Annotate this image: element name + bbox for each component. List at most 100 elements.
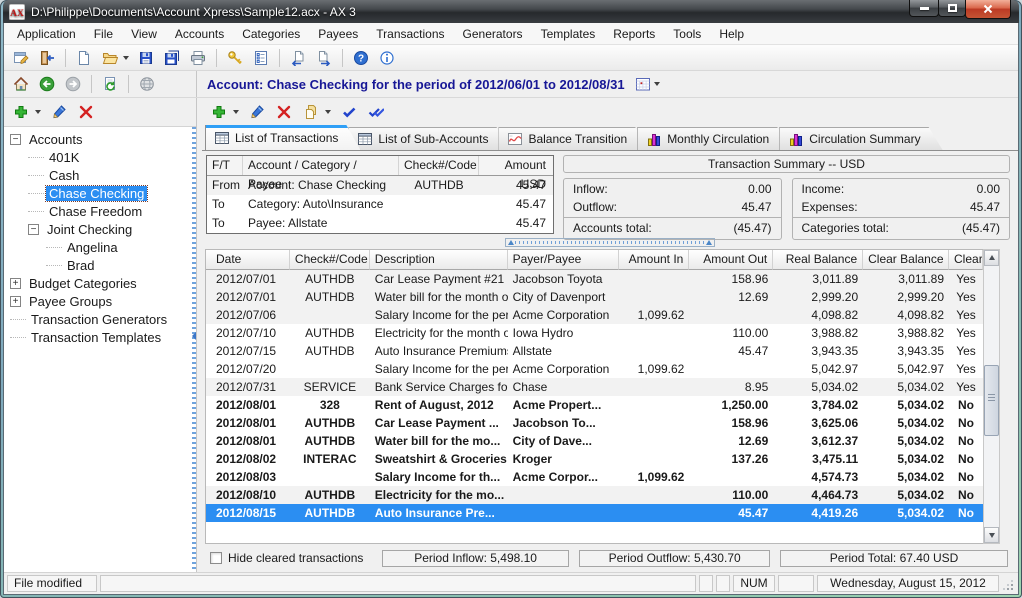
dropdown-caret-icon[interactable] — [325, 110, 331, 114]
maximize-button[interactable] — [938, 0, 966, 17]
transaction-row[interactable]: 2012/07/10AUTHDBElectricity for the mont… — [206, 324, 983, 342]
column-header-clear[interactable]: Clear — [949, 250, 983, 270]
tree-expander-icon[interactable]: − — [10, 134, 21, 145]
transaction-row[interactable]: 2012/07/20Salary Income for the peri...A… — [206, 360, 983, 378]
tree-item-joint-checking[interactable]: −Joint Checking — [4, 220, 196, 238]
transaction-row[interactable]: 2012/07/31SERVICEBank Service Charges fo… — [206, 378, 983, 396]
transaction-row[interactable]: 2012/08/02INTERACSweatshirt & GroceriesK… — [206, 450, 983, 468]
menu-transactions[interactable]: Transactions — [367, 24, 453, 44]
column-header-description[interactable]: Description — [370, 250, 508, 270]
tree-expander-icon[interactable]: + — [10, 296, 21, 307]
tree-item-cash[interactable]: Cash — [4, 166, 196, 184]
transaction-row[interactable]: 2012/08/03Salary Income for th...Acme Co… — [206, 468, 983, 486]
tree-item-transaction-templates[interactable]: Transaction Templates — [4, 328, 196, 346]
transaction-row[interactable]: 2012/07/06Salary Income for the peri...A… — [206, 306, 983, 324]
help-button[interactable]: ? — [349, 47, 373, 69]
column-header-payer-payee[interactable]: Payer/Payee — [508, 250, 620, 270]
column-header-amount-in[interactable]: Amount In — [619, 250, 689, 270]
hide-cleared-checkbox[interactable] — [210, 552, 222, 564]
column-header-date[interactable]: Date — [206, 250, 290, 270]
forward-button[interactable] — [61, 73, 85, 95]
tree-expander-icon[interactable]: − — [28, 224, 39, 235]
menu-help[interactable]: Help — [710, 24, 753, 44]
edit-button[interactable] — [245, 101, 269, 123]
transaction-row[interactable]: 2012/08/15AUTHDBAuto Insurance Pre...45.… — [206, 504, 983, 522]
menu-tools[interactable]: Tools — [664, 24, 710, 44]
options-button[interactable] — [249, 47, 273, 69]
delete-button[interactable] — [272, 101, 296, 123]
resize-grip[interactable] — [1002, 579, 1015, 592]
sidebar-collapse-strip[interactable] — [192, 127, 196, 572]
home-button[interactable] — [9, 73, 33, 95]
menu-file[interactable]: File — [85, 24, 122, 44]
column-header-clear-balance[interactable]: Clear Balance — [863, 250, 949, 270]
transaction-row[interactable]: 2012/08/01AUTHDBWater bill for the mo...… — [206, 432, 983, 450]
confirm-all-button[interactable] — [364, 101, 388, 123]
vertical-scrollbar[interactable] — [983, 249, 1000, 544]
menu-payees[interactable]: Payees — [309, 24, 367, 44]
tab-list-of-sub-accounts[interactable]: List of Sub-Accounts — [348, 127, 510, 150]
column-header-amount-out[interactable]: Amount Out — [689, 250, 773, 270]
add-button[interactable] — [9, 101, 33, 123]
key-button[interactable] — [223, 47, 247, 69]
menu-generators[interactable]: Generators — [454, 24, 532, 44]
minimize-button[interactable] — [909, 0, 939, 17]
transaction-row[interactable]: 2012/08/10AUTHDBElectricity for the mo..… — [206, 486, 983, 504]
menu-accounts[interactable]: Accounts — [166, 24, 233, 44]
save-button[interactable] — [134, 47, 158, 69]
scrollbar-track[interactable] — [984, 266, 999, 527]
dropdown-caret-icon[interactable] — [233, 110, 239, 114]
dropdown-caret-icon[interactable] — [35, 110, 41, 114]
scroll-up-button[interactable] — [984, 250, 999, 266]
transaction-row[interactable]: 2012/08/01328Rent of August, 2012Acme Pr… — [206, 396, 983, 414]
transfer-next-button[interactable] — [312, 47, 336, 69]
transfer-prev-button[interactable] — [286, 47, 310, 69]
menu-categories[interactable]: Categories — [233, 24, 309, 44]
tab-circulation-summary[interactable]: Circulation Summary — [779, 127, 942, 150]
transaction-row[interactable]: 2012/08/01AUTHDBCar Lease Payment ...Jac… — [206, 414, 983, 432]
properties-button[interactable] — [9, 47, 33, 69]
tree-item-payee-groups[interactable]: +Payee Groups — [4, 292, 196, 310]
tree-item-chase-checking[interactable]: Chase Checking — [4, 184, 196, 202]
open-folder-button[interactable] — [98, 47, 122, 69]
splitter-handle[interactable] — [505, 238, 715, 247]
tab-balance-transition[interactable]: Balance Transition — [498, 127, 649, 150]
add-button[interactable] — [207, 101, 231, 123]
confirm-button[interactable] — [337, 101, 361, 123]
tree-item-accounts[interactable]: −Accounts — [4, 130, 196, 148]
about-button[interactable] — [375, 47, 399, 69]
save-all-button[interactable] — [160, 47, 184, 69]
back-button[interactable] — [35, 73, 59, 95]
tree-item-budget-categories[interactable]: +Budget Categories — [4, 274, 196, 292]
tree-item-401k[interactable]: 401K — [4, 148, 196, 166]
refresh-button[interactable] — [98, 73, 122, 95]
dropdown-caret-icon[interactable] — [123, 56, 129, 60]
world-button[interactable] — [135, 73, 159, 95]
copy-button[interactable] — [299, 101, 323, 123]
dropdown-caret-icon[interactable] — [654, 82, 660, 86]
close-button[interactable] — [965, 0, 1011, 19]
menu-view[interactable]: View — [122, 24, 166, 44]
scroll-down-button[interactable] — [984, 527, 999, 543]
new-file-button[interactable] — [72, 47, 96, 69]
scrollbar-thumb[interactable] — [984, 365, 999, 436]
menu-reports[interactable]: Reports — [604, 24, 664, 44]
edit-button[interactable] — [47, 101, 71, 123]
tab-list-of-transactions[interactable]: List of Transactions — [205, 125, 360, 150]
tree-item-brad[interactable]: Brad — [4, 256, 196, 274]
calendar-button[interactable] — [631, 73, 655, 95]
transaction-row[interactable]: 2012/07/15AUTHDBAuto Insurance Premiums.… — [206, 342, 983, 360]
summary-grid-splitter[interactable] — [202, 237, 1018, 249]
delete-button[interactable] — [74, 101, 98, 123]
column-header-check-code[interactable]: Check#/Code — [290, 250, 370, 270]
tree-item-chase-freedom[interactable]: Chase Freedom — [4, 202, 196, 220]
transaction-row[interactable]: 2012/07/01AUTHDBCar Lease Payment #21 ..… — [206, 270, 983, 288]
tree-item-angelina[interactable]: Angelina — [4, 238, 196, 256]
print-button[interactable] — [186, 47, 210, 69]
tree-item-transaction-generators[interactable]: Transaction Generators — [4, 310, 196, 328]
tree-expander-icon[interactable]: + — [10, 278, 21, 289]
column-header-real-balance[interactable]: Real Balance — [773, 250, 863, 270]
transaction-row[interactable]: 2012/07/01AUTHDBWater bill for the month… — [206, 288, 983, 306]
tab-monthly-circulation[interactable]: Monthly Circulation — [637, 127, 791, 150]
menu-templates[interactable]: Templates — [532, 24, 605, 44]
